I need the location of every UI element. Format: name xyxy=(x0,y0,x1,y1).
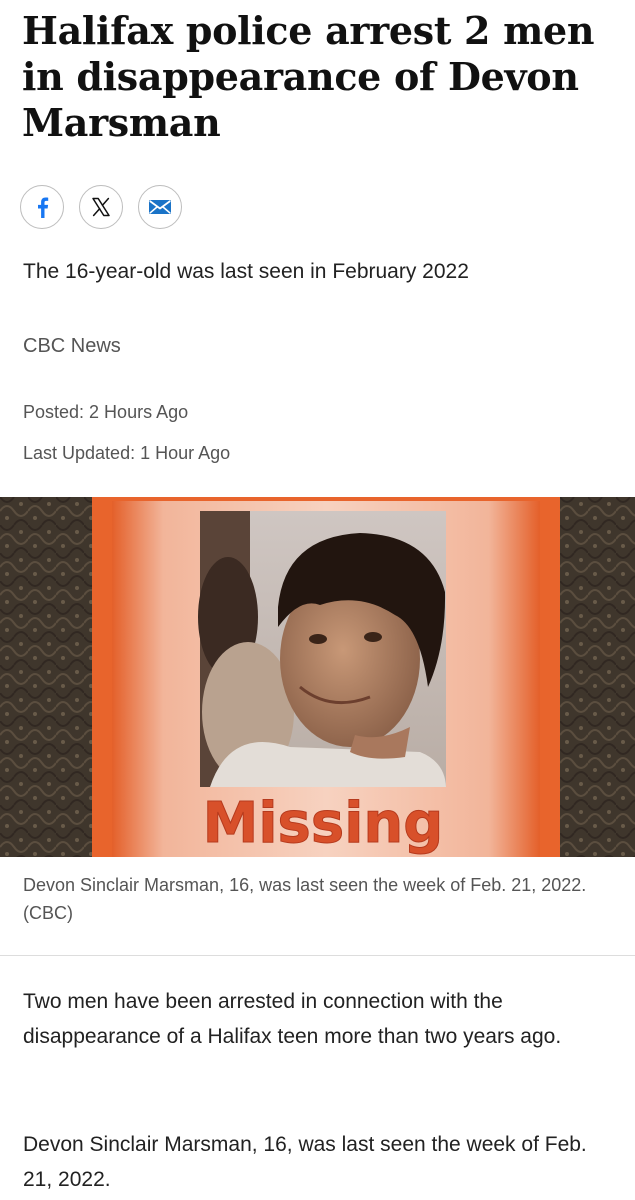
email-share-button[interactable] xyxy=(138,185,182,229)
missing-poster-image: Missing xyxy=(0,497,635,857)
article-headline: Halifax police arrest 2 men in disappear… xyxy=(22,8,595,145)
article-deck: The 16-year-old was last seen in Februar… xyxy=(23,260,469,283)
body-paragraph: Two men have been arrested in connection… xyxy=(23,990,562,1048)
article-photo: Missing xyxy=(0,497,635,857)
body-paragraph: Devon Sinclair Marsman, 16, was last see… xyxy=(23,1133,587,1191)
updated-timestamp: Last Updated: 1 Hour Ago xyxy=(23,443,231,463)
section-divider xyxy=(0,955,635,956)
x-share-button[interactable] xyxy=(79,185,123,229)
facebook-icon xyxy=(38,197,49,218)
photo-caption: Devon Sinclair Marsman, 16, was last see… xyxy=(23,875,587,923)
posted-timestamp: Posted: 2 Hours Ago xyxy=(23,402,189,422)
email-icon xyxy=(149,200,171,214)
share-buttons xyxy=(20,185,182,229)
portrait-photo xyxy=(198,511,446,787)
x-icon xyxy=(92,197,110,217)
byline-source[interactable]: CBC News xyxy=(23,333,121,359)
facebook-share-button[interactable] xyxy=(20,185,64,229)
missing-poster-text: Missing xyxy=(203,791,444,856)
